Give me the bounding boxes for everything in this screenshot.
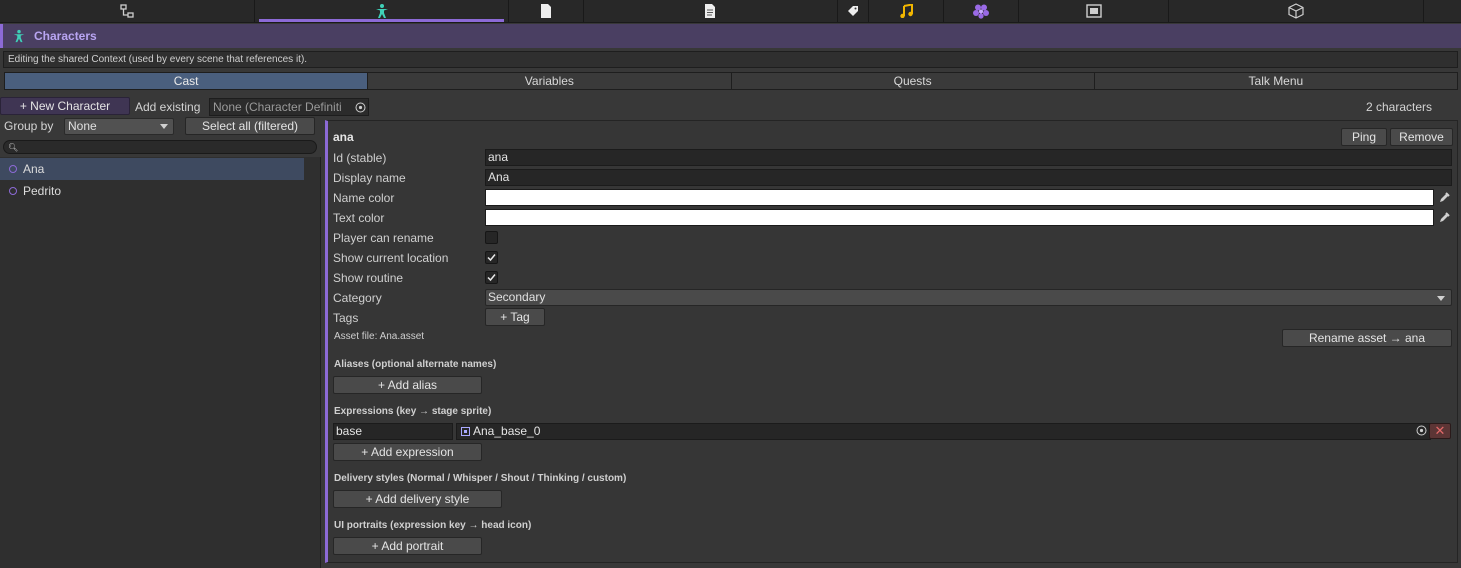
hierarchy-icon [119, 3, 135, 19]
character-list: Ana Pedrito [0, 157, 321, 568]
expression-key-field[interactable]: base [333, 423, 453, 440]
panel-header: Characters [0, 24, 1461, 48]
tab-audio[interactable] [869, 0, 945, 22]
tab-notes[interactable] [584, 0, 838, 22]
show-location-label: Show current location [333, 251, 449, 265]
tab-hierarchy[interactable] [0, 0, 256, 22]
checkmark-icon [487, 254, 496, 262]
character-icon [374, 3, 390, 19]
name-color-label: Name color [333, 191, 395, 205]
checkmark-icon [487, 274, 496, 282]
list-item-label: Ana [23, 162, 45, 176]
tab-frames[interactable] [1019, 0, 1170, 22]
tab-effects[interactable] [944, 0, 1020, 22]
character-object-field[interactable]: None (Character Definiti [209, 98, 369, 116]
close-icon: ✕ [1434, 423, 1446, 438]
player-rename-label: Player can rename [333, 231, 434, 245]
name-color-field[interactable] [485, 189, 1434, 206]
text-color-field[interactable] [485, 209, 1434, 226]
expression-sprite-field[interactable]: Ana_base_0 [456, 423, 1431, 440]
display-name-field[interactable]: Ana [485, 169, 1452, 186]
tab-characters[interactable] [255, 0, 510, 22]
eyedropper-icon[interactable] [1437, 210, 1452, 225]
page-title: Characters [34, 29, 97, 43]
category-value: Secondary [488, 290, 546, 304]
chevron-down-icon [1437, 296, 1445, 301]
list-item-pedrito[interactable]: Pedrito [0, 180, 304, 202]
rename-asset-button[interactable]: Rename asset → ana [1282, 329, 1452, 347]
tags-label: Tags [333, 311, 359, 325]
tab-talk-menu[interactable]: Talk Menu [1094, 73, 1457, 89]
tab-empty [1424, 0, 1461, 22]
sprite-icon [461, 427, 470, 436]
expression-sprite-value: Ana_base_0 [473, 424, 541, 438]
remove-button[interactable]: Remove [1390, 128, 1453, 146]
character-name-heading: ana [333, 130, 354, 144]
tab-documents[interactable] [509, 0, 584, 22]
delivery-section-title: Delivery styles (Normal / Whisper / Shou… [334, 473, 627, 484]
add-existing-label: Add existing [135, 100, 201, 114]
character-count: 2 characters [1365, 100, 1432, 114]
tab-tags[interactable] [838, 0, 870, 22]
ping-button[interactable]: Ping [1341, 128, 1387, 146]
show-routine-checkbox[interactable] [485, 271, 498, 284]
top-tab-bar [0, 0, 1461, 23]
music-icon [898, 3, 914, 19]
object-field-value: None (Character Definiti [213, 100, 342, 114]
flower-icon [973, 3, 990, 19]
add-delivery-style-button[interactable]: + Add delivery style [333, 490, 502, 508]
section-tabs: Cast Variables Quests Talk Menu [4, 72, 1458, 90]
player-rename-checkbox[interactable] [485, 231, 498, 244]
document-icon [538, 3, 554, 19]
chevron-down-icon [160, 124, 168, 129]
delete-expression-button[interactable]: ✕ [1429, 423, 1451, 439]
display-name-label: Display name [333, 171, 406, 185]
frame-icon [1085, 3, 1102, 19]
select-all-button[interactable]: Select all (filtered) [185, 117, 315, 135]
add-tag-button[interactable]: + Tag [485, 308, 545, 326]
tab-objects[interactable] [1169, 0, 1424, 22]
expressions-section-title: Expressions (key → stage sprite) [334, 406, 492, 417]
text-color-label: Text color [333, 211, 385, 225]
tab-cast[interactable]: Cast [5, 73, 369, 89]
group-by-label: Group by [4, 119, 54, 133]
new-character-button[interactable]: + New Character [0, 97, 130, 115]
portraits-section-title: UI portraits (expression key → head icon… [334, 520, 532, 531]
tab-quests[interactable]: Quests [731, 73, 1095, 89]
notes-icon [702, 3, 718, 19]
tab-variables[interactable]: Variables [368, 73, 732, 89]
character-inspector: ana Ping Remove Id (stable) ana Display … [325, 120, 1458, 563]
add-portrait-button[interactable]: + Add portrait [333, 537, 482, 555]
id-label: Id (stable) [333, 151, 387, 165]
category-dropdown[interactable]: Secondary [485, 289, 1452, 306]
show-routine-label: Show routine [333, 271, 404, 285]
character-dot-icon [9, 187, 17, 195]
search-icon: 🔍︎ [8, 143, 19, 152]
list-item-ana[interactable]: Ana [0, 158, 304, 180]
asset-file-label: Asset file: Ana.asset [334, 331, 425, 342]
character-icon [11, 28, 27, 44]
character-dot-icon [9, 165, 17, 173]
group-by-value: None [68, 119, 97, 133]
cube-icon [1288, 3, 1304, 19]
show-location-checkbox[interactable] [485, 251, 498, 264]
id-field[interactable]: ana [485, 149, 1452, 166]
tag-icon [845, 3, 861, 19]
category-label: Category [333, 291, 382, 305]
context-note: Editing the shared Context (used by ever… [3, 51, 1458, 68]
add-expression-button[interactable]: + Add expression [333, 443, 482, 461]
add-alias-button[interactable]: + Add alias [333, 376, 482, 394]
aliases-section-title: Aliases (optional alternate names) [334, 359, 497, 370]
search-input[interactable]: 🔍︎ [3, 140, 317, 154]
eyedropper-icon[interactable] [1437, 190, 1452, 205]
group-by-dropdown[interactable]: None [64, 118, 174, 135]
target-picker-icon[interactable] [1416, 425, 1427, 440]
list-item-label: Pedrito [23, 184, 62, 198]
target-picker-icon[interactable] [355, 101, 366, 115]
